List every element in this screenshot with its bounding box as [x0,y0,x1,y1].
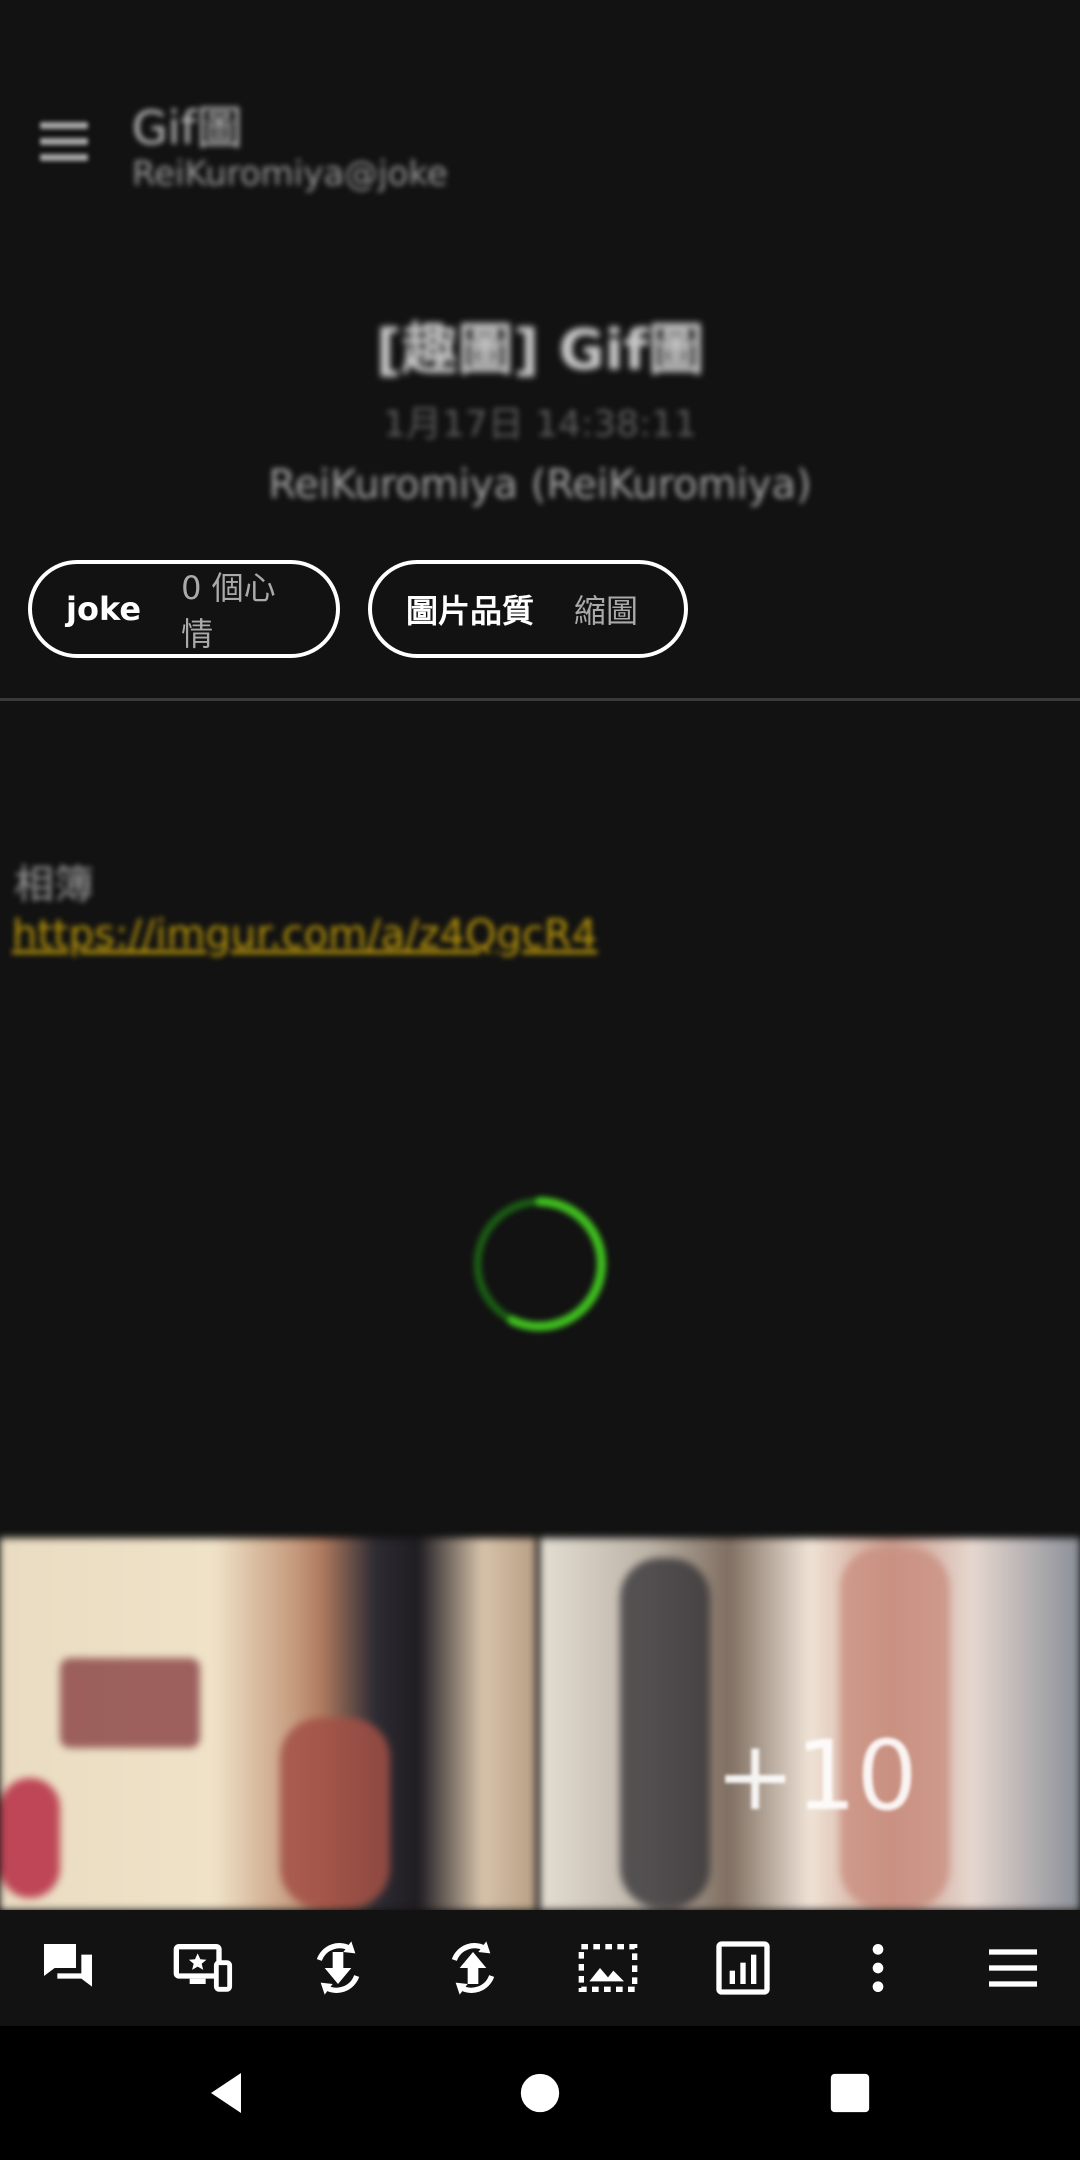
back-icon [211,2073,241,2113]
stats-button[interactable] [675,1910,810,2026]
app-bar-title: Gif圖 [132,101,243,155]
body-text: 相簿 [14,862,94,908]
recents-icon [830,2073,870,2113]
image-quality-chip[interactable]: 圖片品質 縮圖 [368,560,688,658]
menu-icon [988,1949,1037,1987]
post-author[interactable]: ReiKuromiya (ReiKuromiya) [0,462,1080,508]
chip-value: 0 個心情 [181,569,276,653]
nav-home-button[interactable] [503,2056,577,2130]
thumbnail-detail [620,1558,710,1908]
chip-key: 圖片品質 [406,592,535,630]
menu-button[interactable] [945,1910,1080,2026]
comments-button[interactable] [0,1910,135,2026]
hamburger-icon [40,122,88,129]
rotate-download-icon [316,1941,359,1995]
nav-recents-button[interactable] [813,2056,887,2130]
image-crop-button[interactable] [540,1910,675,2026]
media-gallery [0,1538,1080,1910]
thumbnail-detail [0,1778,60,1898]
devices-favorite-button[interactable] [135,1910,270,2026]
hamburger-icon-bar [40,138,88,145]
stats-icon [715,1941,770,1995]
chip-key: joke [66,590,142,628]
bottom-toolbar [0,1910,1080,2026]
drawer-menu-button[interactable] [30,112,102,172]
image-crop-icon [578,1944,637,1992]
post-title: [趣圖] Gif圖 [375,318,705,383]
nav-back-button[interactable] [190,2056,264,2130]
hamburger-icon-bar [40,154,88,161]
thumbnail-detail [60,1658,200,1748]
app-bar-subtitle: ReiKuromiya@joke [132,154,448,194]
more-media-count: +10 [715,1720,918,1832]
rotate-download-button[interactable] [270,1910,405,2026]
more-options-button[interactable] [810,1910,945,2026]
divider [0,698,1080,701]
media-thumbnail[interactable] [0,1538,536,1910]
comments-icon [43,1944,92,1987]
loading-spinner-icon [473,1196,607,1332]
system-navigation-bar [0,2026,1080,2160]
chip-value: 縮圖 [574,592,639,630]
more-vert-icon [872,1944,883,1992]
board-reactions-chip[interactable]: joke 0 個心情 [28,560,340,658]
devices-star-icon [173,1944,232,1992]
album-link[interactable]: https://imgur.com/a/z4QgcR4 [12,912,597,958]
rotate-upload-icon [451,1941,494,1995]
home-icon [520,2073,560,2113]
rotate-upload-button[interactable] [405,1910,540,2026]
thumbnail-detail [280,1718,390,1908]
post-timestamp: 1月17日 14:38:11 [383,404,697,445]
